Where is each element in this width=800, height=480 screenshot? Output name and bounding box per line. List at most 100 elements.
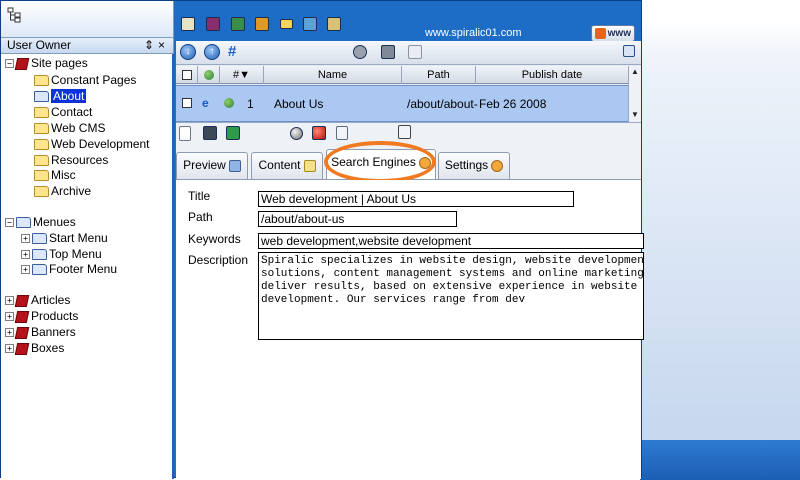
tree-label: Banners (31, 325, 76, 339)
tree-label: Web CMS (51, 121, 106, 135)
tab-label: Preview (183, 158, 226, 172)
users-icon[interactable] (255, 17, 269, 31)
left-top-area (1, 1, 174, 37)
tree-node-page[interactable]: Web Development (34, 136, 150, 152)
folder-icon (34, 186, 49, 198)
tree-label: Contact (51, 105, 93, 119)
window-toggle-icon[interactable] (623, 45, 635, 57)
person-icon[interactable] (327, 17, 341, 31)
tree-label: Web Development (51, 137, 150, 151)
expand-toggle-icon[interactable]: + (5, 328, 14, 338)
panel-title: User Owner (7, 38, 72, 52)
path-field[interactable]: /about/about-us (258, 211, 457, 227)
expand-toggle-icon[interactable]: + (5, 312, 14, 322)
arrow-down-icon[interactable]: ↓ (180, 44, 196, 60)
column-header-publish-date[interactable]: Publish date (476, 66, 628, 84)
expand-toggle-icon[interactable]: + (21, 234, 30, 244)
folder-icon (34, 75, 49, 87)
tree-node-menues[interactable]: − Menues (5, 214, 76, 230)
new-document-icon[interactable] (179, 126, 191, 141)
tree-node-group[interactable]: + Products (5, 308, 78, 324)
chart-icon[interactable] (303, 17, 317, 31)
folder-icon (32, 249, 47, 261)
collapse-toggle-icon[interactable]: − (5, 59, 14, 69)
search-engine-form: Title Web development | About Us Path /a… (176, 180, 644, 479)
refresh-icon[interactable] (226, 126, 240, 140)
tab-settings[interactable]: Settings (438, 152, 510, 179)
row-checkbox[interactable] (182, 98, 192, 108)
tree-label: Site pages (31, 56, 88, 70)
books-icon[interactable] (206, 17, 220, 31)
expand-toggle-icon[interactable]: + (21, 250, 30, 260)
tree-label: Constant Pages (51, 73, 137, 87)
table-row[interactable]: e 1 About Us /about/about- Feb 26 2008 (176, 85, 628, 122)
folder-icon (34, 155, 49, 167)
www-button[interactable]: www (591, 25, 635, 42)
tree-node-menu[interactable]: + Start Menu (21, 230, 108, 246)
sphere-icon[interactable] (290, 127, 303, 140)
scroll-up-arrow-icon[interactable]: ▲ (631, 67, 639, 76)
title-label: Title (188, 189, 211, 203)
tree-node-menu[interactable]: + Footer Menu (21, 261, 117, 277)
save-icon[interactable] (203, 126, 217, 140)
tab-content[interactable]: Content (251, 152, 323, 179)
expand-toggle-icon[interactable]: + (5, 296, 14, 306)
list-header: #▼ Name Path Publish date (176, 66, 628, 84)
tree-label: Misc (51, 168, 76, 182)
expand-toggle-icon[interactable]: + (21, 265, 30, 275)
column-header-name[interactable]: Name (264, 66, 402, 84)
column-header-path[interactable]: Path (402, 66, 476, 84)
sitemap-icon (7, 7, 21, 23)
tree-node-page-selected[interactable]: About (34, 88, 87, 104)
delete-icon[interactable] (398, 125, 411, 139)
tree-node-page[interactable]: Contact (34, 104, 92, 120)
tree-node-page[interactable]: Constant Pages (34, 72, 136, 88)
website-icon (595, 28, 606, 39)
edit-toolbar (176, 122, 641, 144)
tree-label: Start Menu (49, 231, 108, 245)
tree-node-page[interactable]: Web CMS (34, 120, 105, 136)
row-number: 1 (247, 97, 254, 111)
collapse-icon[interactable]: ⇕ (144, 38, 154, 53)
folder-icon (34, 123, 49, 135)
copy-page-icon[interactable] (353, 45, 367, 59)
expand-toggle-icon[interactable]: + (5, 344, 14, 354)
preview-icon (228, 159, 241, 172)
panel-header: User Owner ⇕ × (1, 37, 174, 54)
close-icon[interactable]: × (158, 38, 165, 53)
select-all-checkbox[interactable] (181, 70, 192, 81)
tree-node-site-pages[interactable]: − Site pages (5, 55, 88, 71)
select-all-header[interactable] (176, 66, 198, 84)
folder-icon (32, 233, 47, 245)
site-url: www.spiralic01.com (425, 27, 522, 39)
tree-node-group[interactable]: + Articles (5, 292, 70, 308)
row-date: Feb 26 2008 (479, 97, 547, 111)
home-icon[interactable] (181, 17, 195, 31)
hash-icon[interactable]: # (228, 43, 236, 60)
tree-node-group[interactable]: + Banners (5, 324, 76, 340)
tree-node-page[interactable]: Archive (34, 183, 91, 199)
copy-icon[interactable] (336, 126, 348, 140)
collapse-toggle-icon[interactable]: − (5, 218, 14, 228)
list-toolbar: ↓ ↑ # (176, 41, 641, 65)
arrow-up-icon[interactable]: ↑ (204, 44, 220, 60)
list-scrollbar[interactable]: ▲ ▼ (628, 66, 641, 122)
mail-icon[interactable] (280, 19, 293, 29)
tab-preview[interactable]: Preview (176, 152, 248, 179)
folder-open-icon (34, 91, 49, 103)
description-field[interactable]: Spiralic specializes in website design, … (258, 252, 644, 340)
keywords-field[interactable]: web development,website development (258, 233, 644, 249)
column-header-number[interactable]: #▼ (220, 66, 264, 84)
tree-label: About (51, 89, 87, 103)
tree-node-page[interactable]: Misc (34, 167, 76, 183)
tree-node-menu[interactable]: + Top Menu (21, 246, 102, 262)
tree-label: Archive (51, 184, 92, 198)
tree-node-group[interactable]: + Boxes (5, 340, 64, 356)
move-page-icon[interactable] (381, 45, 395, 59)
tree-node-page[interactable]: Resources (34, 152, 108, 168)
delete-page-icon[interactable] (408, 45, 422, 59)
scroll-down-arrow-icon[interactable]: ▼ (631, 110, 639, 119)
image-icon[interactable] (231, 17, 245, 31)
title-field[interactable]: Web development | About Us (258, 191, 574, 207)
publish-icon[interactable] (312, 126, 326, 140)
